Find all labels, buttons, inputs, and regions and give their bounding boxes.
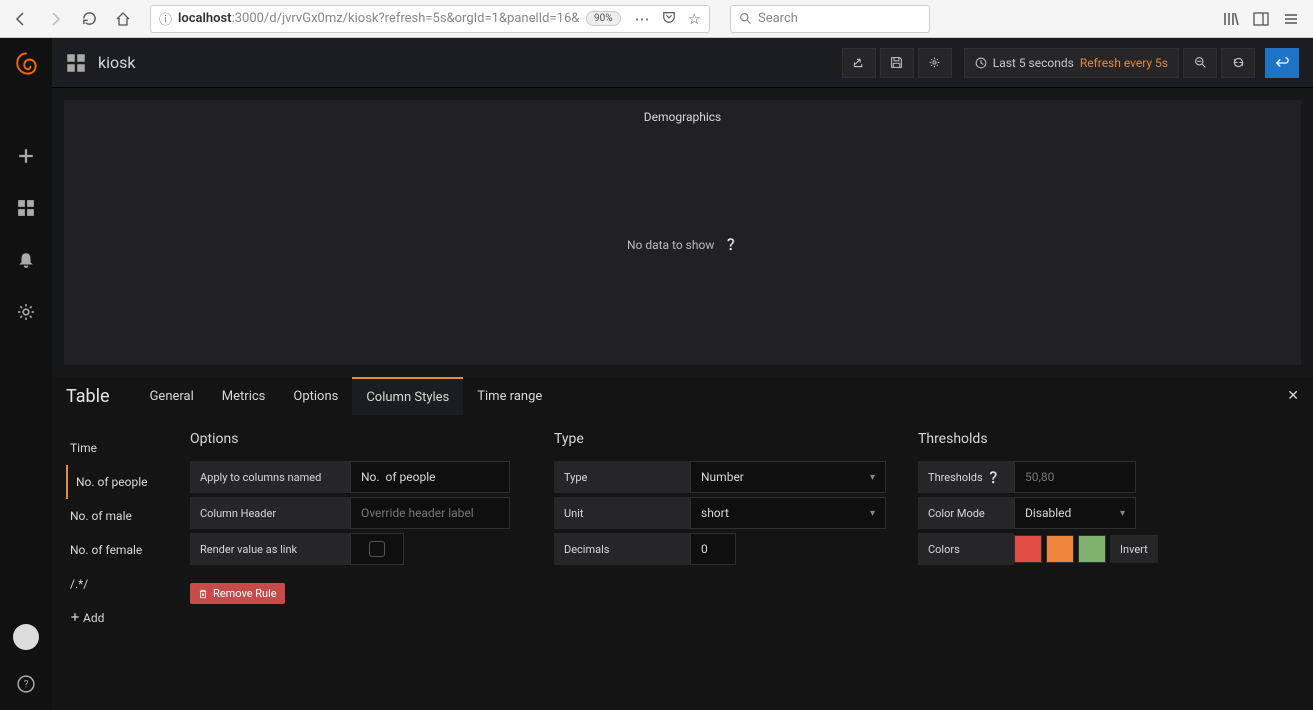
tab-options[interactable]: Options xyxy=(279,377,352,415)
decimals-label: Decimals xyxy=(554,533,690,565)
panel-title: Demographics xyxy=(644,100,721,124)
chevron-down-icon: ▾ xyxy=(1120,508,1125,519)
invert-button[interactable]: Invert xyxy=(1110,535,1158,563)
type-select[interactable]: Number ▾ xyxy=(690,461,886,493)
help-icon[interactable]: ❔ xyxy=(724,238,738,251)
rule-item[interactable]: Time xyxy=(66,431,166,465)
plus-icon[interactable] xyxy=(10,140,42,172)
rule-item[interactable]: No. of male xyxy=(66,499,166,533)
color-swatch[interactable] xyxy=(1078,535,1106,563)
color-swatch[interactable] xyxy=(1046,535,1074,563)
decimals-input[interactable] xyxy=(690,533,736,565)
clock-icon xyxy=(975,57,987,69)
search-bar[interactable]: Search xyxy=(730,5,930,33)
settings-button[interactable] xyxy=(918,48,952,78)
time-range-label: Last 5 seconds xyxy=(993,56,1074,70)
search-icon xyxy=(739,12,752,25)
chevron-down-icon: ▾ xyxy=(870,508,875,519)
thresholds-heading: Thresholds xyxy=(918,431,1178,447)
tab-general[interactable]: General xyxy=(136,377,208,415)
menu-icon[interactable] xyxy=(1283,11,1299,27)
avatar[interactable] xyxy=(13,624,39,650)
browser-chrome: ⓘ localhost:3000/d/jvrvGx0mz/kiosk?refre… xyxy=(0,0,1313,38)
options-heading: Options xyxy=(190,431,530,447)
bookmark-icon[interactable]: ☆ xyxy=(688,10,701,28)
refresh-interval-label: Refresh every 5s xyxy=(1080,56,1168,70)
refresh-button[interactable] xyxy=(1221,48,1255,78)
rule-list: Time No. of people No. of male No. of fe… xyxy=(66,431,166,694)
rule-item[interactable]: /.*/ xyxy=(66,567,166,601)
panel: Demographics No data to show ❔ xyxy=(64,100,1301,365)
tab-column-styles[interactable]: Column Styles xyxy=(352,377,463,415)
search-placeholder: Search xyxy=(758,11,798,26)
thresholds-label: Thresholds ❔ xyxy=(918,461,1014,493)
tab-time-range[interactable]: Time range xyxy=(463,377,556,415)
bell-icon[interactable] xyxy=(10,244,42,276)
topbar: kiosk Last 5 seconds Refresh every 5s xyxy=(52,38,1313,88)
info-icon: ⓘ xyxy=(159,9,172,28)
colors-label: Colors xyxy=(918,533,1014,565)
help-icon[interactable]: ❔ xyxy=(987,471,1001,484)
color-mode-select[interactable]: Disabled ▾ xyxy=(1014,497,1136,529)
back-button[interactable] xyxy=(6,4,36,34)
remove-rule-button[interactable]: Remove Rule xyxy=(190,583,285,604)
header-input[interactable] xyxy=(350,497,510,529)
time-picker[interactable]: Last 5 seconds Refresh every 5s xyxy=(964,48,1179,78)
type-heading: Type xyxy=(554,431,894,447)
url-bar[interactable]: ⓘ localhost:3000/d/jvrvGx0mz/kiosk?refre… xyxy=(150,5,710,33)
type-label: Type xyxy=(554,461,690,493)
add-rule-button[interactable]: Add xyxy=(66,601,166,635)
editor-close-button[interactable]: ✕ xyxy=(1287,388,1299,404)
link-checkbox[interactable] xyxy=(350,533,404,565)
apply-label: Apply to columns named xyxy=(190,461,350,493)
header-label: Column Header xyxy=(190,497,350,529)
forward-button[interactable] xyxy=(40,4,70,34)
rule-item[interactable]: No. of female xyxy=(66,533,166,567)
rule-item[interactable]: No. of people xyxy=(66,465,166,499)
url-host: localhost xyxy=(178,11,232,26)
editor-header: Table General Metrics Options Column Sty… xyxy=(52,377,1313,415)
chevron-down-icon: ▾ xyxy=(870,472,875,483)
library-icon[interactable] xyxy=(1223,11,1239,27)
sidebar-icon[interactable] xyxy=(1253,11,1269,27)
more-icon[interactable]: ⋯ xyxy=(635,10,650,28)
color-mode-label: Color Mode xyxy=(918,497,1014,529)
save-button[interactable] xyxy=(880,48,914,78)
link-label: Render value as link xyxy=(190,533,350,565)
color-swatch[interactable] xyxy=(1014,535,1042,563)
dashboard-icon[interactable] xyxy=(66,53,86,73)
apply-input[interactable] xyxy=(350,461,510,493)
unit-select[interactable]: short ▾ xyxy=(690,497,886,529)
left-rail: ? xyxy=(0,38,52,710)
help-icon[interactable]: ? xyxy=(10,668,42,700)
dashboards-icon[interactable] xyxy=(10,192,42,224)
thresholds-input[interactable] xyxy=(1014,461,1136,493)
grafana-logo[interactable] xyxy=(10,48,42,80)
home-button[interactable] xyxy=(108,4,138,34)
share-button[interactable] xyxy=(842,48,876,78)
gear-icon[interactable] xyxy=(10,296,42,328)
back-to-dashboard-button[interactable] xyxy=(1265,48,1299,78)
editor-type-label[interactable]: Table xyxy=(66,386,110,407)
zoom-badge[interactable]: 90% xyxy=(586,11,621,26)
pocket-icon[interactable] xyxy=(662,10,676,28)
zoom-out-button[interactable] xyxy=(1183,48,1217,78)
dashboard-title[interactable]: kiosk xyxy=(98,53,136,72)
svg-text:?: ? xyxy=(24,679,29,690)
unit-label: Unit xyxy=(554,497,690,529)
panel-empty-text: No data to show xyxy=(627,238,714,252)
reload-button[interactable] xyxy=(74,4,104,34)
url-path: :3000/d/jvrvGx0mz/kiosk?refresh=5s&orgId… xyxy=(232,11,580,26)
tab-metrics[interactable]: Metrics xyxy=(208,377,280,415)
